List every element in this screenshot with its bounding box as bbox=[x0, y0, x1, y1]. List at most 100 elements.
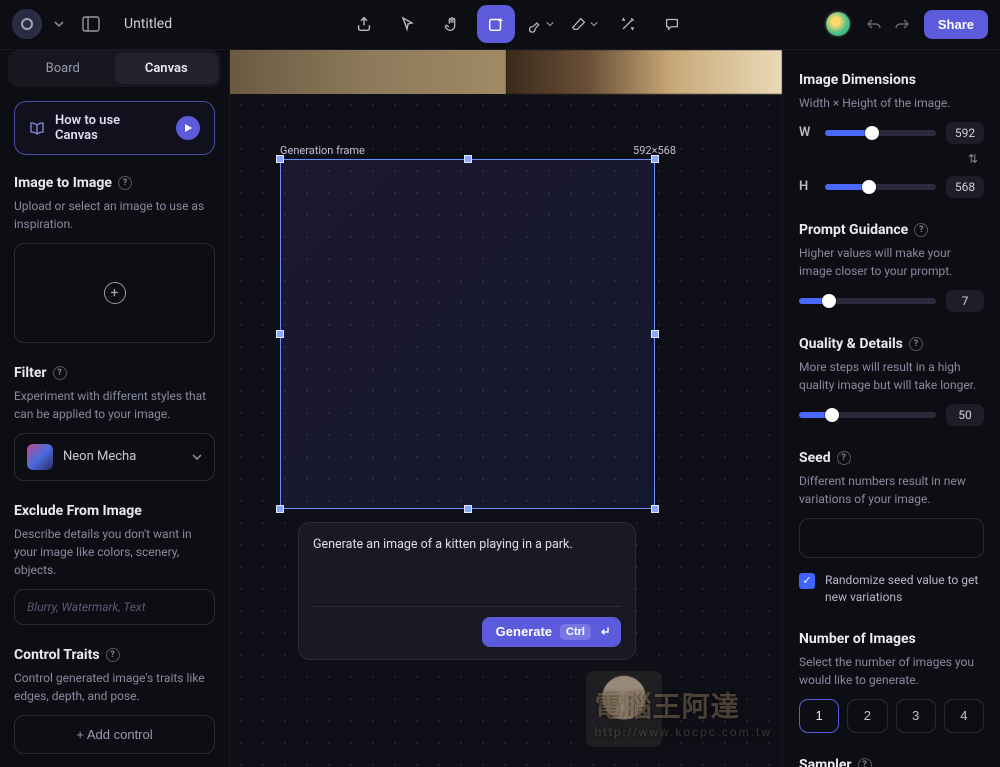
play-icon bbox=[176, 116, 200, 140]
app-logo[interactable] bbox=[12, 9, 42, 39]
sampler-title: Sampler bbox=[799, 757, 852, 767]
width-slider[interactable] bbox=[825, 130, 936, 136]
randomize-seed-checkbox[interactable]: ✓ bbox=[799, 573, 815, 589]
tab-canvas[interactable]: Canvas bbox=[115, 53, 219, 84]
generation-frame[interactable] bbox=[280, 159, 655, 509]
prompt-guidance-section: Prompt Guidance ? Higher values will mak… bbox=[799, 222, 984, 312]
panels-icon[interactable] bbox=[76, 5, 106, 43]
image-to-image-section: Image to Image ? Upload or select an ima… bbox=[0, 175, 229, 365]
right-panel: Image Dimensions Width × Height of the i… bbox=[782, 50, 1000, 767]
quality-desc: More steps will result in a high quality… bbox=[799, 358, 984, 394]
help-icon[interactable]: ? bbox=[858, 758, 872, 767]
quality-value[interactable]: 50 bbox=[946, 404, 984, 426]
hand-tool-icon[interactable] bbox=[433, 5, 471, 43]
randomize-seed-label: Randomize seed value to get new variatio… bbox=[825, 572, 984, 607]
resize-handle[interactable] bbox=[651, 330, 659, 338]
toolbar bbox=[182, 5, 814, 43]
height-label: H bbox=[799, 179, 815, 194]
help-icon[interactable]: ? bbox=[118, 176, 132, 190]
left-tabs: Board Canvas bbox=[8, 50, 221, 87]
height-slider[interactable] bbox=[825, 184, 936, 190]
eraser-tool-icon[interactable] bbox=[565, 5, 603, 43]
sampler-section: Sampler ? bbox=[799, 757, 984, 767]
generate-kbd: Ctrl bbox=[560, 624, 591, 640]
number-of-images-section: Number of Images Select the number of im… bbox=[799, 631, 984, 733]
width-value[interactable]: 592 bbox=[946, 122, 984, 144]
resize-handle[interactable] bbox=[276, 155, 284, 163]
filter-title: Filter bbox=[14, 365, 47, 381]
control-traits-section: Control Traits ? Control generated image… bbox=[0, 647, 229, 767]
comment-tool-icon[interactable] bbox=[653, 5, 691, 43]
resize-handle[interactable] bbox=[464, 505, 472, 513]
swap-dimensions-icon[interactable]: ⇅ bbox=[799, 152, 984, 166]
prompt-card: Generate an image of a kitten playing in… bbox=[298, 522, 636, 660]
resize-handle[interactable] bbox=[276, 505, 284, 513]
canvas-area[interactable]: Generation frame 592×568 Generate an ima… bbox=[230, 50, 782, 767]
help-icon[interactable]: ? bbox=[106, 648, 120, 662]
help-icon[interactable]: ? bbox=[53, 366, 67, 380]
seed-input[interactable] bbox=[799, 518, 984, 558]
tab-board[interactable]: Board bbox=[11, 53, 115, 84]
topbar: Untitled bbox=[0, 0, 1000, 50]
image-dimensions-desc: Width × Height of the image. bbox=[799, 94, 984, 112]
book-icon bbox=[29, 121, 45, 135]
seed-section: Seed ? Different numbers result in new v… bbox=[799, 450, 984, 607]
num-images-option[interactable]: 2 bbox=[847, 699, 887, 733]
resize-handle[interactable] bbox=[651, 505, 659, 513]
width-label: W bbox=[799, 125, 815, 140]
resize-handle[interactable] bbox=[651, 155, 659, 163]
image-to-image-desc: Upload or select an image to use as insp… bbox=[14, 197, 215, 233]
help-icon[interactable]: ? bbox=[909, 337, 923, 351]
seed-title: Seed bbox=[799, 450, 831, 466]
num-images-option[interactable]: 4 bbox=[944, 699, 984, 733]
filter-select[interactable]: Neon Mecha bbox=[14, 433, 215, 481]
height-value[interactable]: 568 bbox=[946, 176, 984, 198]
upload-image-box[interactable]: + bbox=[14, 243, 215, 343]
document-title[interactable]: Untitled bbox=[124, 16, 172, 32]
plus-icon: + bbox=[104, 282, 126, 304]
generate-button[interactable]: Generate Ctrl bbox=[482, 617, 621, 647]
control-traits-desc: Control generated image's traits like ed… bbox=[14, 669, 215, 705]
seed-desc: Different numbers result in new variatio… bbox=[799, 472, 984, 508]
generate-label: Generate bbox=[496, 624, 552, 639]
help-icon[interactable]: ? bbox=[837, 451, 851, 465]
quality-title: Quality & Details bbox=[799, 336, 903, 352]
enter-icon bbox=[599, 626, 611, 638]
app-menu-chevron-icon[interactable] bbox=[52, 19, 66, 29]
guidance-slider[interactable] bbox=[799, 298, 936, 304]
prompt-input[interactable]: Generate an image of a kitten playing in… bbox=[313, 537, 621, 607]
cursor-tool-icon[interactable] bbox=[389, 5, 427, 43]
user-avatar[interactable] bbox=[824, 10, 852, 38]
quality-slider[interactable] bbox=[799, 412, 936, 418]
help-icon[interactable]: ? bbox=[914, 223, 928, 237]
brush-tool-icon[interactable] bbox=[521, 5, 559, 43]
image-dimensions-title: Image Dimensions bbox=[799, 72, 916, 88]
resize-handle[interactable] bbox=[276, 330, 284, 338]
left-panel: Board Canvas How to use Canvas Image to … bbox=[0, 50, 230, 767]
image-to-image-title: Image to Image bbox=[14, 175, 112, 191]
num-images-option[interactable]: 1 bbox=[799, 699, 839, 733]
control-traits-title: Control Traits bbox=[14, 647, 100, 663]
add-control-button[interactable]: + Add control bbox=[14, 715, 215, 754]
num-images-desc: Select the number of images you would li… bbox=[799, 653, 984, 689]
generation-frame-label: Generation frame bbox=[280, 144, 365, 157]
resize-handle[interactable] bbox=[464, 155, 472, 163]
how-to-use-canvas[interactable]: How to use Canvas bbox=[14, 101, 215, 155]
filter-section: Filter ? Experiment with different style… bbox=[0, 365, 229, 503]
undo-icon[interactable] bbox=[862, 12, 886, 36]
share-button[interactable]: Share bbox=[924, 10, 988, 39]
exclude-input[interactable] bbox=[14, 589, 215, 625]
prompt-guidance-desc: Higher values will make your image close… bbox=[799, 244, 984, 280]
num-images-option[interactable]: 3 bbox=[896, 699, 936, 733]
guidance-value[interactable]: 7 bbox=[946, 290, 984, 312]
export-icon[interactable] bbox=[345, 5, 383, 43]
filter-thumbnail bbox=[27, 444, 53, 470]
watermark-text: 電腦王阿達 http://www.kocpc.com.tw bbox=[595, 685, 772, 739]
filter-selected-label: Neon Mecha bbox=[63, 449, 136, 464]
wand-tool-icon[interactable] bbox=[609, 5, 647, 43]
chevron-down-icon bbox=[192, 452, 202, 462]
redo-icon[interactable] bbox=[890, 12, 914, 36]
generate-tool-icon[interactable] bbox=[477, 5, 515, 43]
exclude-title: Exclude From Image bbox=[14, 503, 142, 519]
exclude-desc: Describe details you don't want in your … bbox=[14, 525, 215, 579]
